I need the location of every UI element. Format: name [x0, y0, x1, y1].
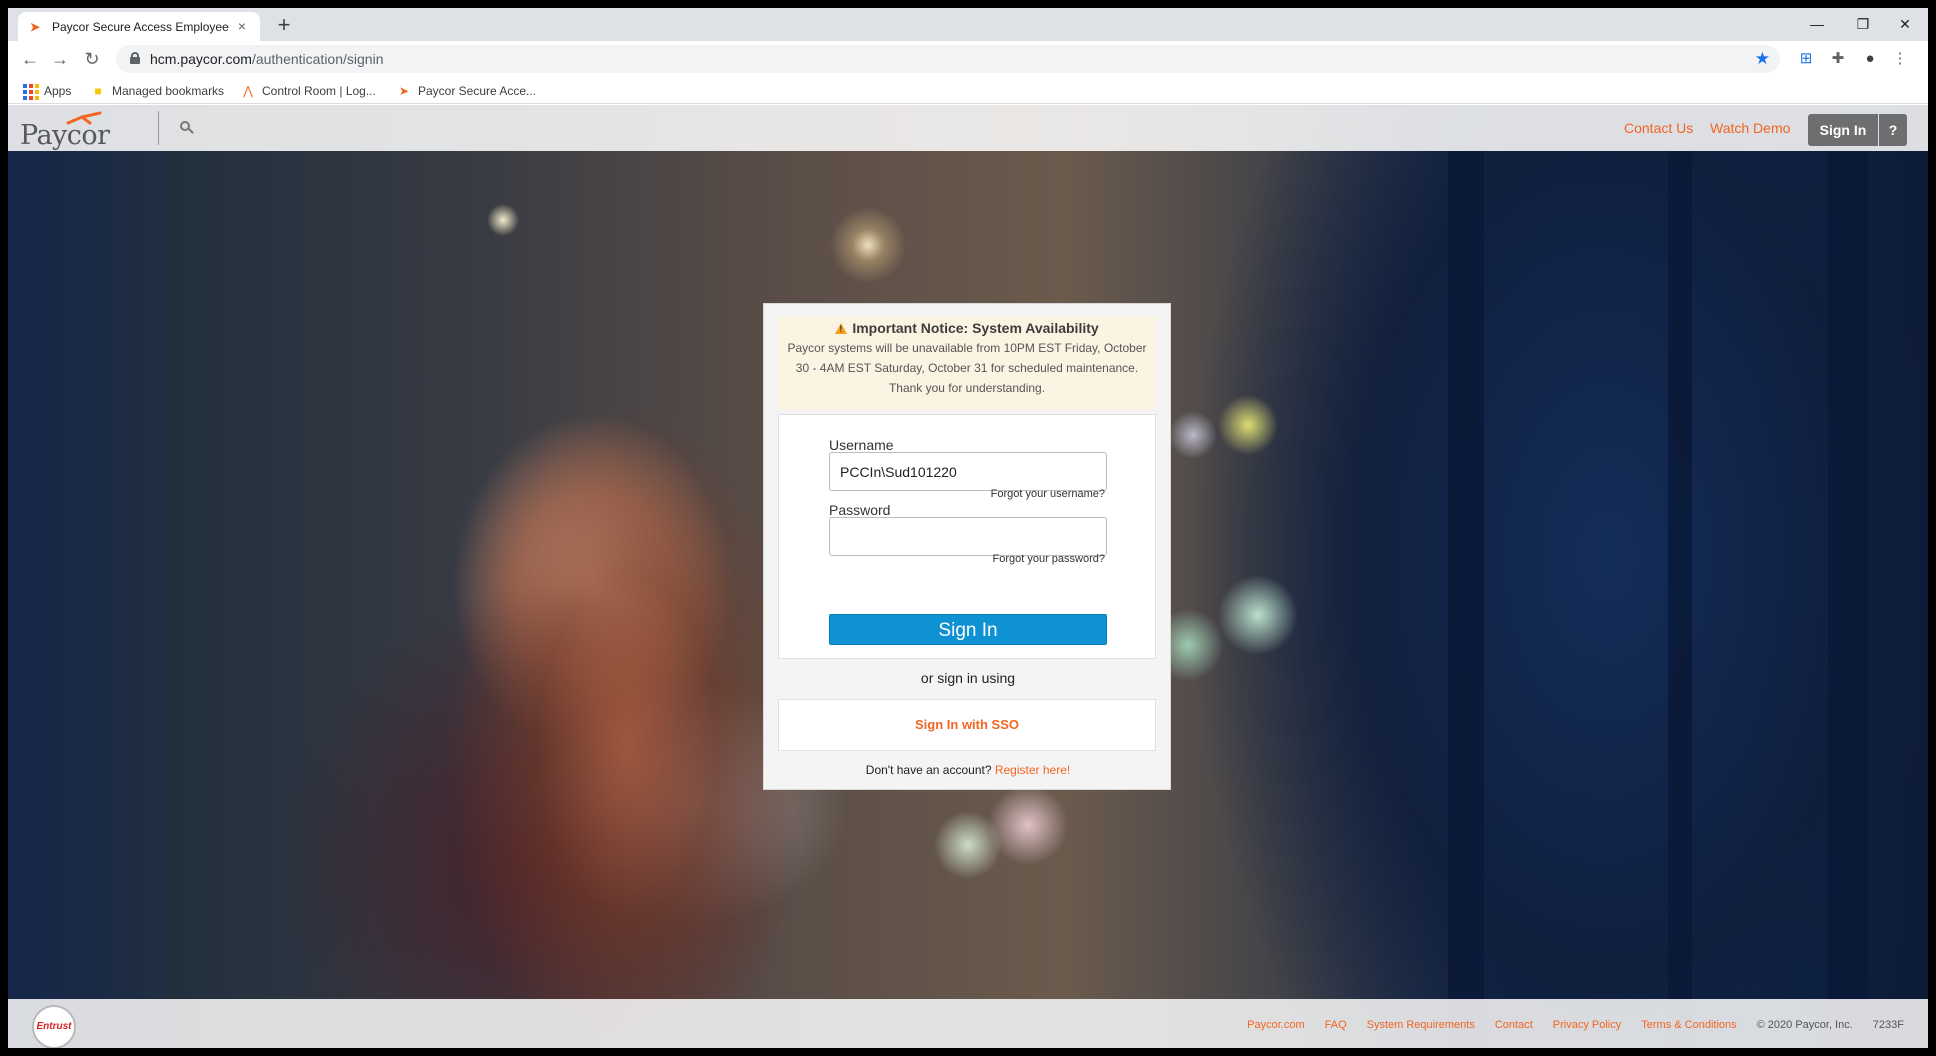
- reload-button[interactable]: ↻: [80, 47, 104, 71]
- apps-grid-icon: [22, 83, 39, 100]
- browser-window: ➤ Paycor Secure Access Employee × + — ❐ …: [8, 8, 1928, 1048]
- username-input[interactable]: [829, 452, 1107, 491]
- footer-version: 7233F: [1872, 1019, 1904, 1031]
- background-window-frame: [1828, 145, 1868, 1045]
- forgot-username-link[interactable]: Forgot your username?: [991, 488, 1105, 500]
- bookmark-label: Control Room | Log...: [262, 84, 376, 98]
- bookmark-control-room[interactable]: ⋀ Control Room | Log...: [240, 81, 376, 101]
- tab-title: Paycor Secure Access Employee: [52, 19, 229, 34]
- tab-strip: ➤ Paycor Secure Access Employee × + — ❐ …: [8, 8, 1928, 41]
- url-text: hcm.paycor.com/authentication/signin: [150, 51, 383, 67]
- site-footer: Entrust Paycor.com FAQ System Requiremen…: [8, 999, 1928, 1048]
- watch-demo-link[interactable]: Watch Demo: [1710, 120, 1790, 136]
- footer-links: Paycor.com FAQ System Requirements Conta…: [1227, 1019, 1904, 1031]
- automation-anywhere-icon: ⋀: [243, 84, 253, 98]
- forgot-password-link[interactable]: Forgot your password?: [993, 553, 1106, 565]
- footer-link-privacy[interactable]: Privacy Policy: [1553, 1019, 1621, 1031]
- paycor-favicon-icon: ➤: [398, 84, 410, 98]
- header-divider: [158, 111, 159, 145]
- restore-button[interactable]: ❐: [1840, 8, 1886, 41]
- bookmark-star-icon[interactable]: ★: [1755, 49, 1770, 69]
- bookmark-paycor[interactable]: ➤ Paycor Secure Acce...: [396, 81, 536, 101]
- url-host: hcm.paycor.com: [150, 51, 252, 67]
- close-window-button[interactable]: ✕: [1882, 8, 1928, 41]
- forward-button[interactable]: →: [48, 47, 72, 71]
- no-account-text: Don't have an account?: [865, 763, 992, 777]
- register-line: Don't have an account? Register here!: [764, 763, 1172, 777]
- profile-icon[interactable]: ●: [1860, 49, 1880, 69]
- sso-sign-in-button[interactable]: Sign In with SSO: [778, 699, 1156, 751]
- username-label: Username: [829, 437, 894, 453]
- paycor-favicon-icon: ➤: [29, 19, 41, 34]
- bookmark-label: Paycor Secure Acce...: [418, 84, 537, 98]
- back-button[interactable]: ←: [18, 47, 42, 71]
- password-label: Password: [829, 502, 891, 518]
- paycor-logo[interactable]: Paycor: [20, 111, 138, 151]
- or-sign-in-text: or sign in using: [920, 670, 1016, 686]
- system-notice: Important Notice: System Availability Pa…: [778, 316, 1156, 410]
- footer-link-system-requirements[interactable]: System Requirements: [1367, 1019, 1475, 1031]
- taskbar-edge: [0, 1048, 1936, 1056]
- header-sign-in-button[interactable]: Sign In: [1808, 114, 1878, 146]
- footer-link-paycor[interactable]: Paycor.com: [1247, 1019, 1304, 1031]
- bookmark-label: Managed bookmarks: [112, 84, 225, 98]
- minimize-button[interactable]: —: [1794, 8, 1840, 41]
- new-tab-button[interactable]: +: [272, 14, 296, 38]
- address-bar[interactable]: hcm.paycor.com/authentication/signin ★: [116, 45, 1780, 73]
- bookmark-label: Apps: [44, 84, 72, 98]
- menu-kebab-icon[interactable]: ⋮: [1890, 49, 1910, 69]
- background-window-frame: [8, 105, 168, 1048]
- register-link[interactable]: Register here!: [995, 763, 1070, 777]
- bookmarks-bar: Apps ■ Managed bookmarks ⋀ Control Room …: [8, 77, 1928, 104]
- screen: ➤ Paycor Secure Access Employee × + — ❐ …: [0, 0, 1936, 1056]
- notice-body: Paycor systems will be unavailable from …: [787, 341, 1147, 395]
- warning-icon: [835, 322, 848, 334]
- browser-toolbar: ← → ↻ hcm.paycor.com/authentication/sign…: [8, 41, 1928, 77]
- search-icon[interactable]: [180, 121, 194, 135]
- entrust-badge[interactable]: Entrust: [32, 1005, 76, 1048]
- background-window-frame: [1448, 145, 1484, 1045]
- entrust-badge-text: Entrust: [36, 1021, 72, 1032]
- footer-link-faq[interactable]: FAQ: [1325, 1019, 1347, 1031]
- notice-title-row: Important Notice: System Availability: [778, 320, 1156, 336]
- browser-tab[interactable]: ➤ Paycor Secure Access Employee ×: [18, 12, 260, 41]
- bookmark-managed[interactable]: ■ Managed bookmarks: [90, 81, 224, 101]
- page: Paycor Contact Us Watch Demo Sign In ? I…: [8, 105, 1928, 1048]
- contact-us-link[interactable]: Contact Us: [1624, 120, 1693, 136]
- help-button[interactable]: ?: [1879, 114, 1907, 146]
- footer-link-terms[interactable]: Terms & Conditions: [1641, 1019, 1736, 1031]
- windows-extension-icon[interactable]: ⊞: [1796, 49, 1816, 69]
- tab-close-icon[interactable]: ×: [234, 18, 250, 34]
- url-path: /authentication/signin: [251, 51, 384, 67]
- lock-icon: [130, 52, 140, 64]
- footer-link-contact[interactable]: Contact: [1495, 1019, 1533, 1031]
- footer-copyright: © 2020 Paycor, Inc.: [1756, 1019, 1853, 1031]
- login-card: Important Notice: System Availability Pa…: [763, 303, 1171, 790]
- notice-title: Important Notice: System Availability: [852, 320, 1099, 336]
- logo-text: Paycor: [20, 120, 110, 151]
- sign-in-button[interactable]: Sign In: [829, 614, 1107, 645]
- site-header: Paycor Contact Us Watch Demo Sign In ?: [8, 105, 1928, 151]
- bookmark-apps[interactable]: Apps: [22, 81, 71, 101]
- extensions-puzzle-icon[interactable]: ✚: [1828, 49, 1848, 69]
- password-input[interactable]: [829, 517, 1107, 556]
- background-window-frame: [1668, 145, 1692, 1045]
- login-form: Username Forgot your username? Password …: [778, 414, 1156, 659]
- folder-icon: ■: [94, 84, 102, 98]
